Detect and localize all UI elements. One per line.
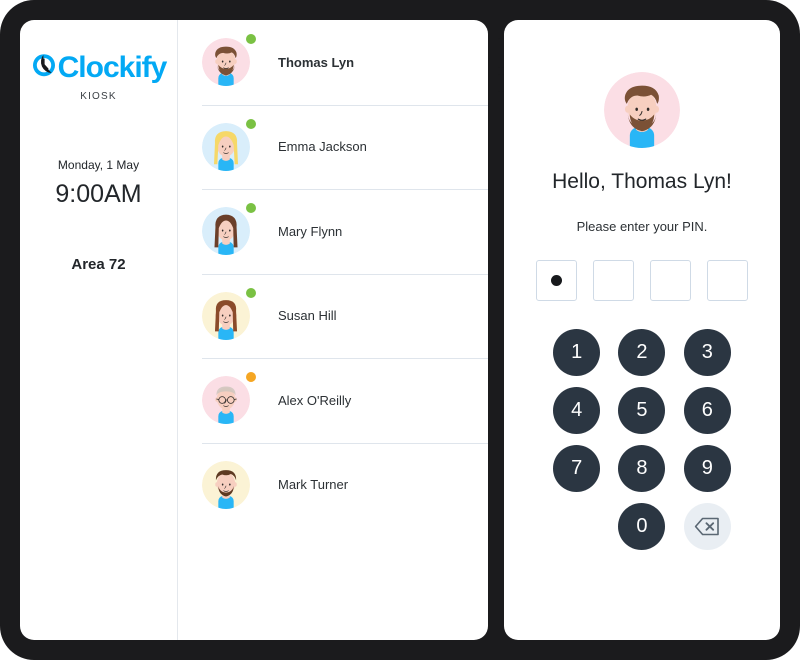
keypad-key-9[interactable]: 9 <box>683 445 731 492</box>
status-dot-online <box>246 34 256 45</box>
side-button-top[interactable] <box>498 38 504 68</box>
clock-icon <box>31 52 57 84</box>
avatar <box>202 287 256 340</box>
pin-input-group[interactable] <box>504 260 780 301</box>
brand-subtitle: KIOSK <box>80 91 117 102</box>
avatar <box>202 372 256 425</box>
greeting-text: Hello, Thomas Lyn! <box>552 170 732 193</box>
kiosk-main-screen: Clockify KIOSK Monday, 1 May 9:00AM Area… <box>20 20 488 640</box>
user-name-label: Susan Hill <box>278 308 337 324</box>
keypad-key-0[interactable]: 0 <box>618 503 666 550</box>
status-dot-online <box>246 203 256 214</box>
avatar-image <box>202 38 250 87</box>
avatar-image <box>202 207 250 256</box>
keypad-empty-cell <box>553 503 600 550</box>
keypad-key-6[interactable]: 6 <box>683 387 731 434</box>
keypad-key-8[interactable]: 8 <box>618 445 666 492</box>
brand-name: Clockify <box>57 51 168 84</box>
status-dot-online <box>246 287 256 298</box>
keypad-key-2[interactable]: 2 <box>618 329 666 376</box>
pin-keypad: 123 456 7890 <box>544 329 740 550</box>
user-list-item[interactable]: Mary Flynn <box>178 189 488 274</box>
user-list-item[interactable]: Thomas Lyn <box>178 20 488 105</box>
status-dot-away <box>246 372 256 383</box>
keypad-key-5[interactable]: 5 <box>618 387 666 434</box>
pin-digit-box[interactable] <box>536 260 577 301</box>
brand-logo: Clockify KIOSK <box>20 52 177 102</box>
current-time: 9:00AM <box>55 180 142 209</box>
user-list-item[interactable]: Mark Turner <box>178 442 488 528</box>
avatar-image <box>202 460 250 509</box>
status-dot-online <box>246 118 256 129</box>
selected-user-avatar <box>604 72 680 148</box>
backspace-icon[interactable] <box>683 503 731 550</box>
pin-prompt-text: Please enter your PIN. <box>576 219 708 234</box>
avatar <box>202 118 256 171</box>
user-name-label: Mary Flynn <box>278 223 343 239</box>
current-date: Monday, 1 May <box>57 158 140 172</box>
keypad-key-7[interactable]: 7 <box>553 445 601 492</box>
keypad-key-4[interactable]: 4 <box>553 387 601 434</box>
user-list-item[interactable]: Alex O'Reilly <box>178 358 488 443</box>
user-list: Thomas Lyn Emma Jackson Mary Flynn Susan… <box>178 20 488 640</box>
avatar-image <box>202 291 250 340</box>
avatar <box>202 203 256 256</box>
keypad-key-1[interactable]: 1 <box>553 329 601 376</box>
pin-digit-box[interactable] <box>707 260 748 301</box>
user-list-item[interactable]: Emma Jackson <box>178 104 488 190</box>
pin-entry-screen: Hello, Thomas Lyn! Please enter your PIN… <box>504 20 780 640</box>
pin-digit-box[interactable] <box>593 260 634 301</box>
keypad-key-3[interactable]: 3 <box>683 329 731 376</box>
user-name-label: Alex O'Reilly <box>278 392 352 408</box>
side-button-bottom[interactable] <box>498 74 504 92</box>
avatar <box>202 34 256 87</box>
user-name-label: Mark Turner <box>278 477 349 493</box>
user-name-label: Thomas Lyn <box>278 54 355 70</box>
tablet-device-frame: Clockify KIOSK Monday, 1 May 9:00AM Area… <box>0 0 800 660</box>
pin-digit-box[interactable] <box>650 260 691 301</box>
kiosk-sidebar: Clockify KIOSK Monday, 1 May 9:00AM Area… <box>20 20 178 640</box>
user-list-item[interactable]: Susan Hill <box>178 273 488 359</box>
user-name-label: Emma Jackson <box>278 139 367 155</box>
avatar <box>202 460 250 509</box>
avatar-image <box>202 122 250 171</box>
area-label: Area 72 <box>71 256 126 273</box>
avatar-image <box>202 376 250 425</box>
clock-block: Monday, 1 May 9:00AM <box>20 158 177 209</box>
pin-filled-dot <box>551 275 562 286</box>
